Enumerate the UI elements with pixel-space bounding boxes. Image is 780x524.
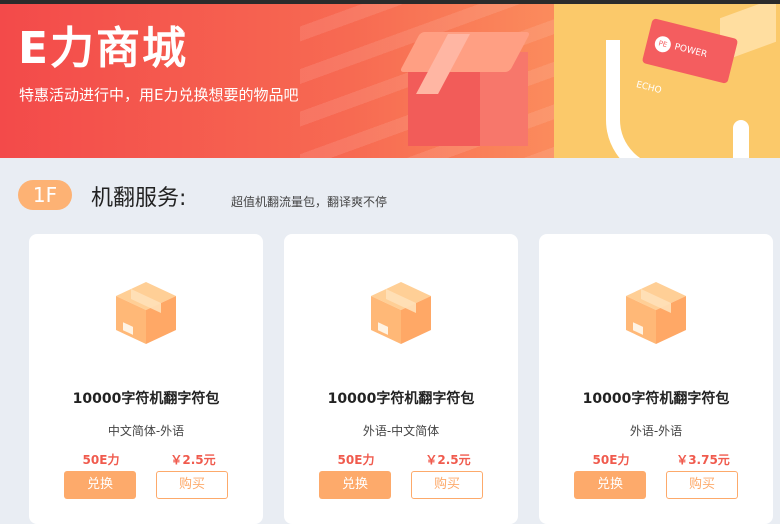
banner-decor-bar	[733, 120, 749, 158]
floor-badge: 1F	[18, 180, 72, 210]
points-cost: 50E力	[592, 453, 630, 467]
redeem-button[interactable]: 兑换	[64, 471, 136, 499]
product-card: 10000字符机翻字符包 外语-中文简体 50E力 ￥2.5元 兑换 购买	[284, 234, 518, 524]
redeem-button[interactable]: 兑换	[574, 471, 646, 499]
redeem-button[interactable]: 兑换	[319, 471, 391, 499]
promo-banner: PE POWER ECHO E力商城 特惠活动进行中，用E力兑换想要的物品吧	[0, 4, 780, 158]
points-cost: 50E力	[82, 453, 120, 467]
package-icon	[626, 282, 686, 344]
buy-button[interactable]: 购买	[411, 471, 483, 499]
page-title: E力商城	[18, 23, 189, 74]
product-card: 10000字符机翻字符包 中文简体-外语 50E力 ￥2.5元 兑换 购买	[29, 234, 263, 524]
product-language-pair: 中文简体-外语	[107, 424, 185, 438]
points-cost: 50E力	[337, 453, 375, 467]
power-echo-logo-icon: PE	[653, 34, 673, 54]
cash-price: ￥3.75元	[676, 453, 730, 467]
product-name: 10000字符机翻字符包	[72, 391, 220, 407]
section-title: 机翻服务:	[91, 186, 187, 211]
product-name: 10000字符机翻字符包	[582, 391, 730, 407]
cash-price: ￥2.5元	[170, 453, 216, 467]
product-language-pair: 外语-外语	[629, 424, 683, 438]
package-icon	[371, 282, 431, 344]
package-icon	[116, 282, 176, 344]
section-description: 超值机翻流量包，翻译爽不停	[231, 195, 388, 209]
product-name: 10000字符机翻字符包	[327, 391, 475, 407]
buy-button[interactable]: 购买	[666, 471, 738, 499]
page-subtitle: 特惠活动进行中，用E力兑换想要的物品吧	[19, 86, 299, 104]
cash-price: ￥2.5元	[425, 453, 471, 467]
product-card: 10000字符机翻字符包 外语-外语 50E力 ￥3.75元 兑换 购买	[539, 234, 773, 524]
buy-button[interactable]: 购买	[156, 471, 228, 499]
product-language-pair: 外语-中文简体	[362, 424, 440, 438]
